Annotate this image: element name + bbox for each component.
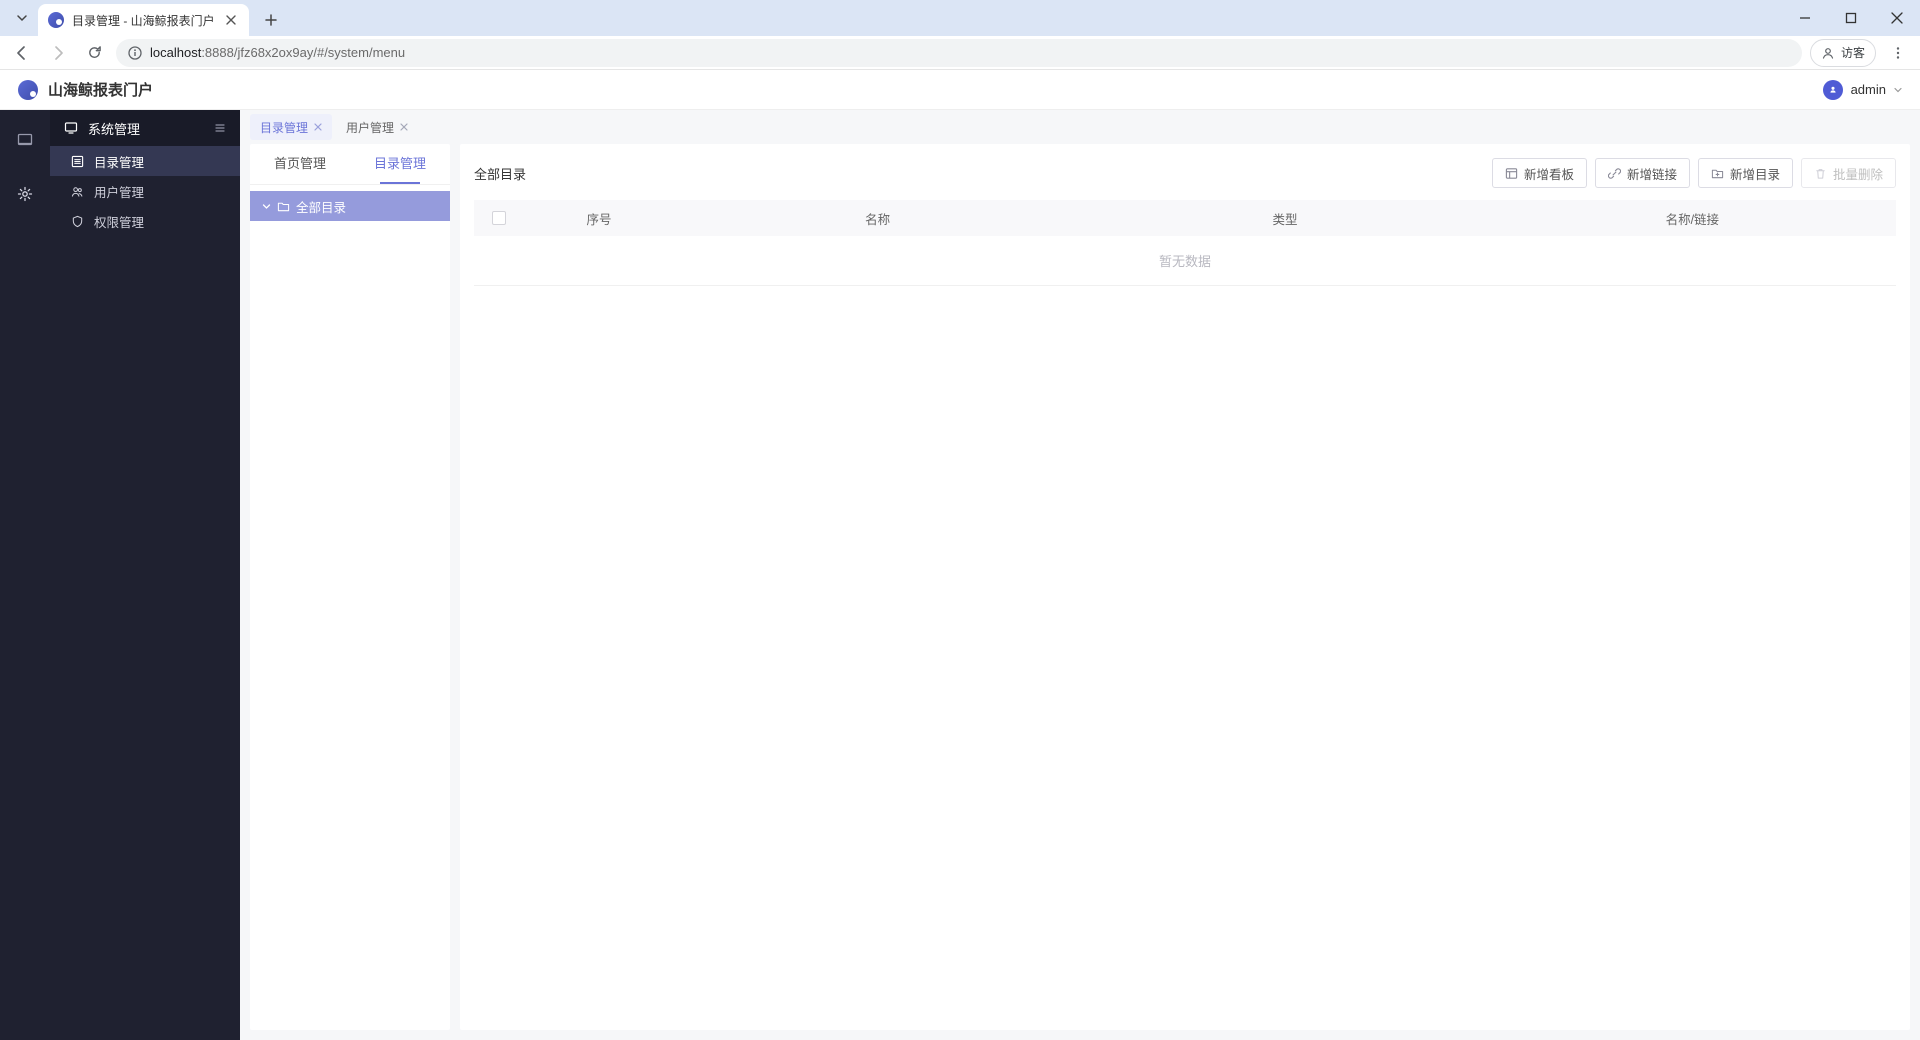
- site-info-icon[interactable]: [128, 46, 142, 60]
- close-icon[interactable]: [400, 123, 408, 131]
- browser-tab-bar: 目录管理 - 山海鲸报表门户: [0, 0, 1920, 36]
- button-label: 新增看板: [1524, 164, 1574, 183]
- list-icon: [70, 154, 84, 168]
- column-name: 名称: [674, 209, 1081, 228]
- column-title-link: 名称/链接: [1489, 209, 1896, 228]
- nav-forward-button[interactable]: [44, 39, 72, 67]
- panel-tab-home[interactable]: 首页管理: [250, 144, 350, 184]
- panel-tab-label: 首页管理: [274, 156, 326, 171]
- page-tab-label: 用户管理: [346, 119, 394, 136]
- sidebar: 系统管理 目录管理 用户管理 权限管理: [50, 110, 240, 1040]
- column-type: 类型: [1081, 209, 1488, 228]
- sidebar-group-label: 系统管理: [88, 119, 140, 138]
- empty-state: 暂无数据: [474, 236, 1896, 286]
- favicon-icon: [48, 12, 64, 28]
- folder-icon: [277, 200, 290, 213]
- user-menu[interactable]: admin: [1823, 80, 1902, 100]
- tab-close-icon[interactable]: [223, 12, 239, 28]
- page-tab-directory[interactable]: 目录管理: [250, 114, 332, 140]
- new-tab-button[interactable]: [257, 6, 285, 34]
- batch-delete-button: 批量删除: [1801, 158, 1896, 188]
- sidebar-item-label: 用户管理: [94, 182, 144, 201]
- sidebar-item-label: 目录管理: [94, 152, 144, 171]
- nav-reload-button[interactable]: [80, 39, 108, 67]
- add-board-button[interactable]: 新增看板: [1492, 158, 1587, 188]
- browser-menu-button[interactable]: [1884, 39, 1912, 67]
- sidebar-item-label: 权限管理: [94, 212, 144, 231]
- board-icon: [1505, 167, 1518, 180]
- rail-item-dashboard[interactable]: [9, 124, 41, 156]
- window-close-button[interactable]: [1882, 3, 1912, 33]
- sidebar-item-directory[interactable]: 目录管理: [50, 146, 240, 176]
- button-label: 新增目录: [1730, 164, 1780, 183]
- window-minimize-button[interactable]: [1790, 3, 1820, 33]
- tab-search-dropdown[interactable]: [10, 6, 34, 30]
- add-directory-button[interactable]: 新增目录: [1698, 158, 1793, 188]
- users-icon: [70, 184, 84, 198]
- page-tabs: 目录管理 用户管理: [240, 110, 1920, 144]
- chevron-down-icon: [1894, 86, 1902, 94]
- chevron-down-icon: [262, 202, 271, 211]
- panel-tabs: 首页管理 目录管理: [250, 144, 450, 185]
- add-link-button[interactable]: 新增链接: [1595, 158, 1690, 188]
- browser-tab-title: 目录管理 - 山海鲸报表门户: [72, 12, 215, 29]
- folder-add-icon: [1711, 167, 1724, 180]
- breadcrumb: 全部目录: [474, 164, 526, 183]
- sidebar-item-users[interactable]: 用户管理: [50, 176, 240, 206]
- nav-back-button[interactable]: [8, 39, 36, 67]
- browser-chrome: 目录管理 - 山海鲸报表门户: [0, 0, 1920, 70]
- window-controls: [1790, 0, 1920, 36]
- tree-root-all[interactable]: 全部目录: [250, 191, 450, 221]
- content-area: 目录管理 用户管理 首页管理 目录管理: [240, 110, 1920, 1040]
- profile-label: 访客: [1841, 44, 1865, 61]
- select-all-checkbox[interactable]: [474, 211, 524, 225]
- button-label: 新增链接: [1627, 164, 1677, 183]
- page-tab-label: 目录管理: [260, 119, 308, 136]
- main-panel: 全部目录 新增看板 新增链接: [460, 144, 1910, 1030]
- browser-tab[interactable]: 目录管理 - 山海鲸报表门户: [38, 4, 249, 36]
- panels-row: 首页管理 目录管理 全部目录: [240, 144, 1920, 1040]
- person-icon: [1821, 46, 1835, 60]
- page-tab-users[interactable]: 用户管理: [336, 114, 418, 140]
- brand-logo-icon: [18, 80, 38, 100]
- shield-icon: [70, 214, 84, 228]
- left-panel: 首页管理 目录管理 全部目录: [250, 144, 450, 1030]
- rail-item-settings[interactable]: [9, 178, 41, 210]
- data-table: 序号 名称 类型 名称/链接 暂无数据: [474, 200, 1896, 286]
- window-maximize-button[interactable]: [1836, 3, 1866, 33]
- brand-title: 山海鲸报表门户: [48, 79, 153, 100]
- button-group: 新增看板 新增链接 新增目录: [1492, 158, 1896, 188]
- tree-root-label: 全部目录: [296, 197, 346, 216]
- link-icon: [1608, 167, 1621, 180]
- avatar-icon: [1823, 80, 1843, 100]
- url-field[interactable]: localhost:8888/jfz68x2ox9ay/#/system/men…: [116, 39, 1802, 67]
- monitor-icon: [64, 121, 78, 135]
- nav-rail: [0, 110, 50, 1040]
- address-bar: localhost:8888/jfz68x2ox9ay/#/system/men…: [0, 36, 1920, 70]
- toolbar: 全部目录 新增看板 新增链接: [474, 158, 1896, 188]
- panel-tab-label: 目录管理: [374, 156, 426, 171]
- sidebar-item-permissions[interactable]: 权限管理: [50, 206, 240, 236]
- app-body: 系统管理 目录管理 用户管理 权限管理: [0, 110, 1920, 1040]
- table-header: 序号 名称 类型 名称/链接: [474, 200, 1896, 236]
- profile-chip[interactable]: 访客: [1810, 39, 1876, 67]
- collapse-icon[interactable]: [214, 122, 226, 134]
- app-header: 山海鲸报表门户 admin: [0, 70, 1920, 110]
- user-name: admin: [1851, 82, 1886, 97]
- brand[interactable]: 山海鲸报表门户: [18, 79, 153, 100]
- trash-icon: [1814, 167, 1827, 180]
- url-text: localhost:8888/jfz68x2ox9ay/#/system/men…: [150, 45, 405, 60]
- column-index: 序号: [524, 209, 674, 228]
- sidebar-group-system[interactable]: 系统管理: [50, 110, 240, 146]
- panel-tab-directory[interactable]: 目录管理: [350, 144, 450, 184]
- close-icon[interactable]: [314, 123, 322, 131]
- button-label: 批量删除: [1833, 164, 1883, 183]
